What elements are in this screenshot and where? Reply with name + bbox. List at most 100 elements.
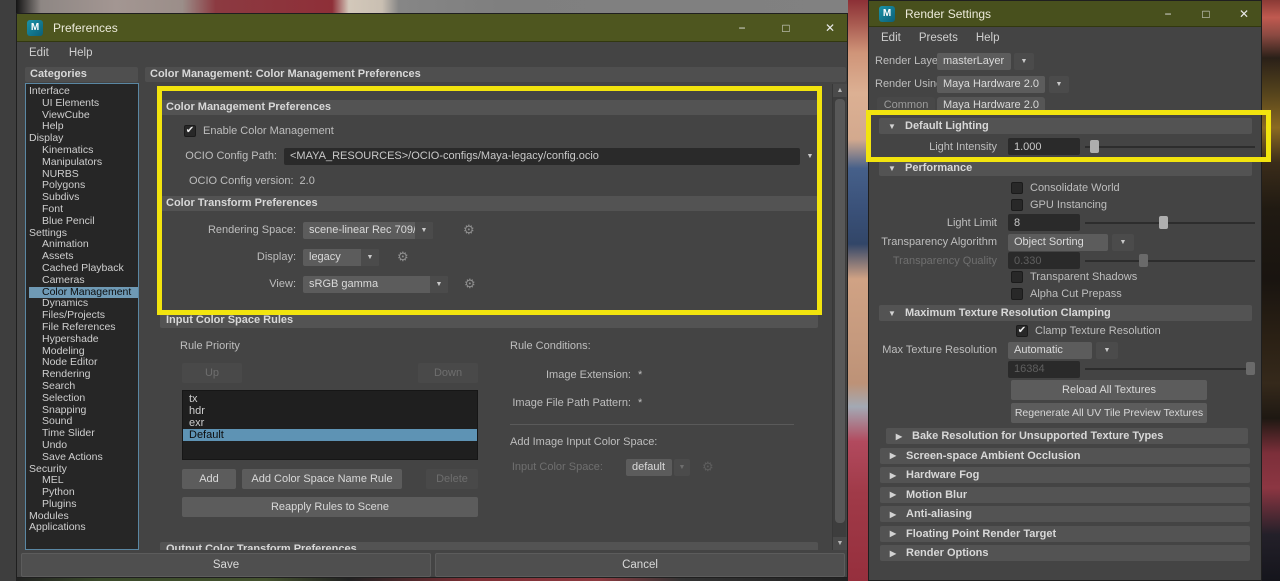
category-item[interactable]: Cameras: [29, 275, 138, 287]
menu-item[interactable]: Presets: [919, 32, 958, 44]
category-item[interactable]: Selection: [29, 393, 138, 405]
alpha-cut-prepass-checkbox[interactable]: [1011, 288, 1023, 300]
minimize-icon[interactable]: −: [735, 21, 749, 35]
category-item[interactable]: Hypershade: [29, 334, 138, 346]
scrollbar-thumb[interactable]: [835, 99, 845, 523]
collapsed-section-header[interactable]: ▶ Hardware Fog: [880, 467, 1250, 483]
scrollbar[interactable]: ▲ ▼: [832, 84, 846, 550]
reapply-rules-button[interactable]: Reapply Rules to Scene: [182, 497, 478, 517]
expand-icon[interactable]: ▼: [879, 122, 905, 131]
expand-icon[interactable]: ▶: [880, 490, 906, 499]
category-item[interactable]: Blue Pencil: [29, 216, 138, 228]
expand-icon[interactable]: ▶: [880, 471, 906, 480]
render-settings-window: M Render Settings − □ ✕ EditPresetsHelp …: [868, 0, 1262, 581]
category-item[interactable]: Manipulators: [29, 157, 138, 169]
chevron-down-icon[interactable]: ▼: [1112, 234, 1134, 251]
expand-icon[interactable]: ▶: [880, 451, 906, 460]
add-color-space-name-rule-button[interactable]: Add Color Space Name Rule: [242, 469, 402, 489]
ocio-path-field[interactable]: <MAYA_RESOURCES>/OCIO-configs/Maya-legac…: [284, 148, 800, 165]
gpu-instancing-checkbox[interactable]: [1011, 199, 1023, 211]
section-header-texture-clamping[interactable]: ▼ Maximum Texture Resolution Clamping: [879, 305, 1252, 321]
category-item[interactable]: Kinematics: [29, 145, 138, 157]
tab[interactable]: Common: [877, 97, 935, 113]
category-item[interactable]: Search: [29, 381, 138, 393]
rule-item[interactable]: tx: [183, 393, 477, 405]
section-header-performance[interactable]: ▼ Performance: [879, 160, 1252, 176]
view-dropdown[interactable]: sRGB gamma ▼: [303, 276, 448, 293]
chevron-down-icon[interactable]: ▼: [1014, 53, 1034, 70]
chevron-down-icon[interactable]: ▼: [1096, 342, 1118, 359]
render-using-value: Maya Hardware 2.0: [937, 76, 1045, 93]
max-texture-resolution-dropdown[interactable]: Automatic: [1008, 342, 1092, 359]
view-gear-icon[interactable]: ⚙: [464, 276, 476, 292]
minimize-icon[interactable]: −: [1161, 7, 1175, 21]
category-item[interactable]: Cached Playback: [29, 263, 138, 275]
chevron-down-icon[interactable]: ▼: [361, 249, 379, 266]
menu-item[interactable]: Edit: [29, 47, 49, 59]
collapsed-section-header[interactable]: ▶ Floating Point Render Target: [880, 526, 1250, 542]
category-item[interactable]: Font: [29, 204, 138, 216]
light-limit-slider[interactable]: [1085, 214, 1255, 231]
rule-item[interactable]: exr: [183, 417, 477, 429]
section-header-default-lighting[interactable]: ▼ Default Lighting: [879, 118, 1252, 134]
category-item[interactable]: Undo: [29, 440, 138, 452]
save-button[interactable]: Save: [21, 553, 431, 577]
collapsed-section-header[interactable]: ▶ Render Options: [880, 545, 1250, 561]
chevron-down-icon[interactable]: ▼: [1049, 76, 1069, 93]
close-icon[interactable]: ✕: [1237, 7, 1251, 21]
light-intensity-slider[interactable]: [1085, 138, 1255, 155]
rule-item[interactable]: hdr: [183, 405, 477, 417]
display-gear-icon[interactable]: ⚙: [397, 249, 409, 265]
rule-item[interactable]: Default: [183, 429, 477, 441]
rendering-space-gear-icon[interactable]: ⚙: [463, 222, 475, 238]
cancel-button[interactable]: Cancel: [435, 553, 845, 577]
regenerate-uv-tile-previews-button[interactable]: Regenerate All UV Tile Preview Textures: [1011, 403, 1207, 423]
display-dropdown[interactable]: legacy ▼: [303, 249, 379, 266]
maximize-icon[interactable]: □: [779, 21, 793, 35]
menu-item[interactable]: Help: [69, 47, 93, 59]
category-item[interactable]: Save Actions: [29, 452, 138, 464]
maximize-icon[interactable]: □: [1199, 7, 1213, 21]
light-limit-field[interactable]: 8: [1008, 214, 1080, 231]
category-item[interactable]: Applications: [29, 522, 138, 534]
chevron-down-icon[interactable]: ▼: [415, 222, 433, 239]
expand-icon[interactable]: ▶: [880, 529, 906, 538]
expand-icon[interactable]: ▼: [879, 309, 905, 318]
max-resolution-slider: [1085, 360, 1255, 377]
collapsed-section-header[interactable]: ▶ Screen-space Ambient Occlusion: [880, 448, 1250, 464]
expand-icon[interactable]: ▶: [880, 549, 906, 558]
scroll-up-icon[interactable]: ▲: [833, 84, 847, 97]
expand-icon[interactable]: ▶: [886, 432, 912, 441]
rendering-space-dropdown[interactable]: scene-linear Rec 709/sRGB ▼: [303, 222, 433, 239]
collapsed-section-header[interactable]: ▶ Motion Blur: [880, 487, 1250, 503]
category-item[interactable]: File References: [29, 322, 138, 334]
category-item[interactable]: UI Elements: [29, 98, 138, 110]
transparent-shadows-label: Transparent Shadows: [1030, 271, 1137, 283]
chevron-down-icon: ▼: [674, 459, 690, 476]
slider-handle[interactable]: [1159, 216, 1168, 229]
ocio-path-dropdown-icon[interactable]: ▼: [803, 149, 817, 163]
light-intensity-field[interactable]: 1.000: [1008, 138, 1080, 155]
reload-all-textures-button[interactable]: Reload All Textures: [1011, 380, 1207, 400]
scroll-down-icon[interactable]: ▼: [833, 537, 847, 550]
menu-item[interactable]: Edit: [881, 32, 901, 44]
consolidate-world-checkbox[interactable]: [1011, 182, 1023, 194]
light-limit-label: Light Limit: [869, 217, 1004, 229]
enable-color-management-checkbox[interactable]: ✔: [184, 125, 196, 137]
render-layer-dropdown[interactable]: masterLayer: [937, 53, 1011, 70]
collapsed-section-header[interactable]: ▶ Bake Resolution for Unsupported Textur…: [886, 428, 1248, 444]
render-using-dropdown[interactable]: Maya Hardware 2.0: [937, 76, 1045, 93]
collapsed-section-header[interactable]: ▶ Anti-aliasing: [880, 506, 1250, 522]
close-icon[interactable]: ✕: [823, 21, 837, 35]
category-item[interactable]: Plugins: [29, 499, 138, 511]
clamp-texture-resolution-checkbox[interactable]: ✔: [1016, 325, 1028, 337]
transparent-shadows-checkbox[interactable]: [1011, 271, 1023, 283]
chevron-down-icon[interactable]: ▼: [430, 276, 448, 293]
expand-icon[interactable]: ▼: [879, 164, 905, 173]
tab[interactable]: Maya Hardware 2.0: [937, 97, 1045, 113]
add-rule-button[interactable]: Add: [182, 469, 236, 489]
menu-item[interactable]: Help: [976, 32, 1000, 44]
transparency-algorithm-dropdown[interactable]: Object Sorting: [1008, 234, 1108, 251]
slider-handle[interactable]: [1090, 140, 1099, 153]
expand-icon[interactable]: ▶: [880, 510, 906, 519]
